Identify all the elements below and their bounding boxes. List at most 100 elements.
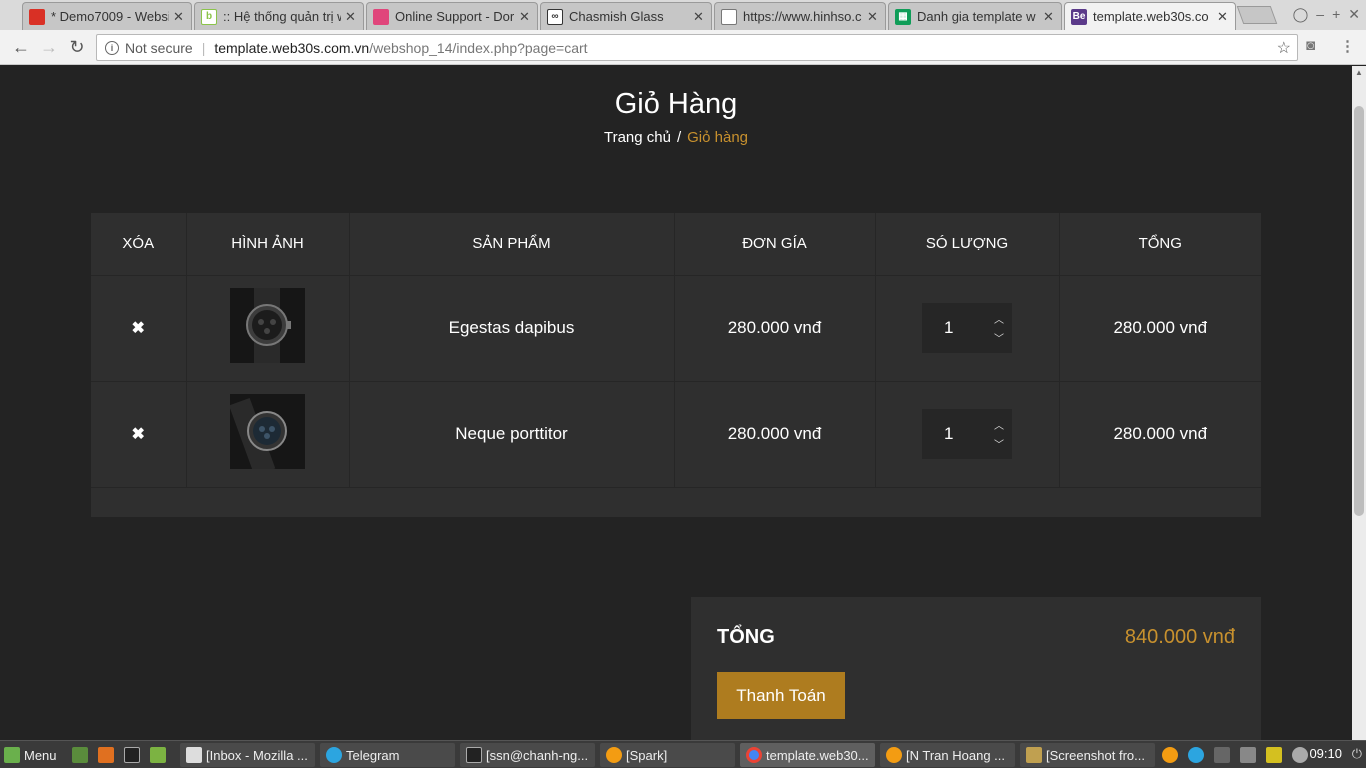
tab-template-web30s[interactable]: Be template.web30s.co ✕ <box>1064 2 1236 30</box>
mint-logo-icon <box>4 747 20 763</box>
network-icon[interactable] <box>1266 747 1282 763</box>
task-terminal[interactable]: [ssn@chanh-ng... <box>460 743 595 767</box>
quantity-value: 1 <box>944 318 954 337</box>
quantity-stepper[interactable]: 1 ︿ ﹀ <box>922 303 1012 353</box>
green-b-favicon-icon: b <box>201 8 217 25</box>
spark-icon <box>606 747 622 763</box>
keyboard-icon[interactable] <box>1214 747 1230 763</box>
page-favicon-icon <box>721 8 737 25</box>
address-separator: | <box>201 39 206 56</box>
col-header-total: TỔNG <box>1059 213 1261 276</box>
tab-he-thong[interactable]: b :: Hệ thống quản trị w ✕ <box>194 2 364 30</box>
line-total: 280.000 vnđ <box>1059 381 1261 488</box>
firefox-icon[interactable] <box>98 747 114 763</box>
close-icon[interactable]: ✕ <box>519 9 531 25</box>
tab-demo7009[interactable]: * Demo7009 - Websi ✕ <box>22 2 192 30</box>
product-image[interactable] <box>230 394 305 469</box>
menu-dots-icon[interactable]: ⋮ <box>1340 37 1355 55</box>
task-label: [ssn@chanh-ng... <box>486 747 589 763</box>
terminal-icon <box>466 747 482 763</box>
desktop-icon[interactable] <box>72 747 88 763</box>
table-row: ✖ Egestas dapibus 280.000 vnđ 1 ︿ ﹀ 280.… <box>91 275 1261 382</box>
tab-online-support[interactable]: Online Support - Dor ✕ <box>366 2 538 30</box>
terminal-icon[interactable] <box>124 747 140 763</box>
task-spark[interactable]: [Spark] <box>600 743 735 767</box>
tab-label: https://www.hinhso.c <box>743 9 862 24</box>
task-label: [N Tran Hoang ... <box>906 747 1005 763</box>
remove-item-icon[interactable]: ✖ <box>132 426 145 443</box>
quantity-stepper[interactable]: 1 ︿ ﹀ <box>922 409 1012 459</box>
url-host: template.web30s.com.vn <box>214 39 370 56</box>
table-row: ✖ Neque porttitor 280.000 vnđ 1 ︿ ﹀ 280.… <box>91 381 1261 488</box>
close-icon[interactable]: ✕ <box>693 9 705 25</box>
chevron-down-icon[interactable]: ﹀ <box>994 436 1004 451</box>
col-header-quantity: SÓ LƯỢNG <box>875 213 1060 276</box>
clock[interactable]: 09:10 <box>1309 746 1342 761</box>
chevron-up-icon[interactable]: ︿ <box>994 311 1004 326</box>
remove-item-icon[interactable]: ✖ <box>132 320 145 337</box>
scrollbar-thumb[interactable] <box>1354 106 1364 516</box>
tab-hinhso[interactable]: https://www.hinhso.c ✕ <box>714 2 886 30</box>
chrome-icon <box>746 747 762 763</box>
task-inbox[interactable]: [Inbox - Mozilla ... <box>180 743 315 767</box>
folder-icon[interactable] <box>150 747 166 763</box>
info-icon[interactable]: i <box>105 40 119 55</box>
tab-label: Online Support - Dor <box>395 9 515 24</box>
chevron-up-icon[interactable]: ︿ <box>994 417 1004 432</box>
unit-price: 280.000 vnđ <box>674 275 876 382</box>
line-total: 280.000 vnđ <box>1059 275 1261 382</box>
breadcrumb-current: Giỏ hàng <box>687 129 749 146</box>
task-chrome[interactable]: template.web30... <box>740 743 875 767</box>
reload-icon[interactable]: ↻ <box>66 36 88 58</box>
breadcrumb: Trang chủ / Giỏ hàng <box>0 129 1352 146</box>
task-spark-chat[interactable]: [N Tran Hoang ... <box>880 743 1015 767</box>
power-icon[interactable]: ⏻ <box>1352 746 1362 762</box>
spark-tray-icon[interactable] <box>1162 747 1178 763</box>
quantity-value: 1 <box>944 424 954 443</box>
telegram-tray-icon[interactable] <box>1188 747 1204 763</box>
close-icon[interactable]: ✕ <box>1217 9 1229 25</box>
close-icon[interactable]: ✕ <box>173 9 185 25</box>
close-window-icon[interactable]: ✕ <box>1348 6 1360 23</box>
profile-icon[interactable]: ◯ <box>1293 6 1309 23</box>
minimize-icon[interactable]: – <box>1316 6 1324 23</box>
tab-danh-gia[interactable]: ▦ Danh gia template w ✕ <box>888 2 1062 30</box>
new-tab-button[interactable] <box>1236 6 1278 24</box>
checkout-button[interactable]: Thanh Toán <box>717 672 845 719</box>
col-header-product: SẢN PHẨM <box>349 213 675 276</box>
tab-label: Danh gia template w <box>917 9 1036 24</box>
bookmark-star-icon[interactable]: ☆ <box>1277 38 1291 58</box>
watch-icon <box>230 397 287 469</box>
close-icon[interactable]: ✕ <box>345 9 357 25</box>
maximize-icon[interactable]: + <box>1332 6 1340 23</box>
task-telegram[interactable]: Telegram <box>320 743 455 767</box>
back-icon[interactable]: ← <box>10 36 32 58</box>
task-label: [Inbox - Mozilla ... <box>206 747 308 763</box>
forward-icon[interactable]: → <box>38 36 60 58</box>
telegram-icon <box>326 747 342 763</box>
close-icon[interactable]: ✕ <box>1043 9 1055 25</box>
be-favicon-icon: Be <box>1071 8 1087 25</box>
task-screenshot[interactable]: [Screenshot fro... <box>1020 743 1155 767</box>
chevron-down-icon[interactable]: ﹀ <box>994 330 1004 345</box>
product-name-link[interactable]: Egestas dapibus <box>349 275 675 382</box>
address-bar[interactable]: i Not secure | template.web30s.com.vn/we… <box>96 34 1298 61</box>
red-favicon-icon <box>29 8 45 25</box>
user-icon[interactable] <box>1292 747 1308 763</box>
browser-toolbar: ← → ↻ i Not secure | template.web30s.com… <box>0 30 1366 65</box>
scroll-up-icon[interactable]: ▲ <box>1355 68 1363 77</box>
tab-chasmish-glass[interactable]: ∞ Chasmish Glass ✕ <box>540 2 712 30</box>
pen-icon[interactable] <box>1240 747 1256 763</box>
camera-icon[interactable]: ◙ <box>1306 37 1315 54</box>
product-name-link[interactable]: Neque porttitor <box>349 381 675 488</box>
close-icon[interactable]: ✕ <box>867 9 879 25</box>
window-controls: ◯ – + ✕ <box>1293 6 1360 23</box>
cart-total-panel: TỔNG 840.000 vnđ Thanh Toán <box>691 597 1261 740</box>
product-image[interactable] <box>230 288 305 363</box>
tab-label: template.web30s.co <box>1093 9 1209 24</box>
security-label: Not secure <box>125 39 193 56</box>
col-header-image: HÌNH ẢNH <box>186 213 350 276</box>
start-menu-button[interactable]: Menu <box>4 743 57 767</box>
breadcrumb-home-link[interactable]: Trang chủ <box>604 129 671 146</box>
page-scrollbar[interactable]: ▲ <box>1352 66 1366 740</box>
